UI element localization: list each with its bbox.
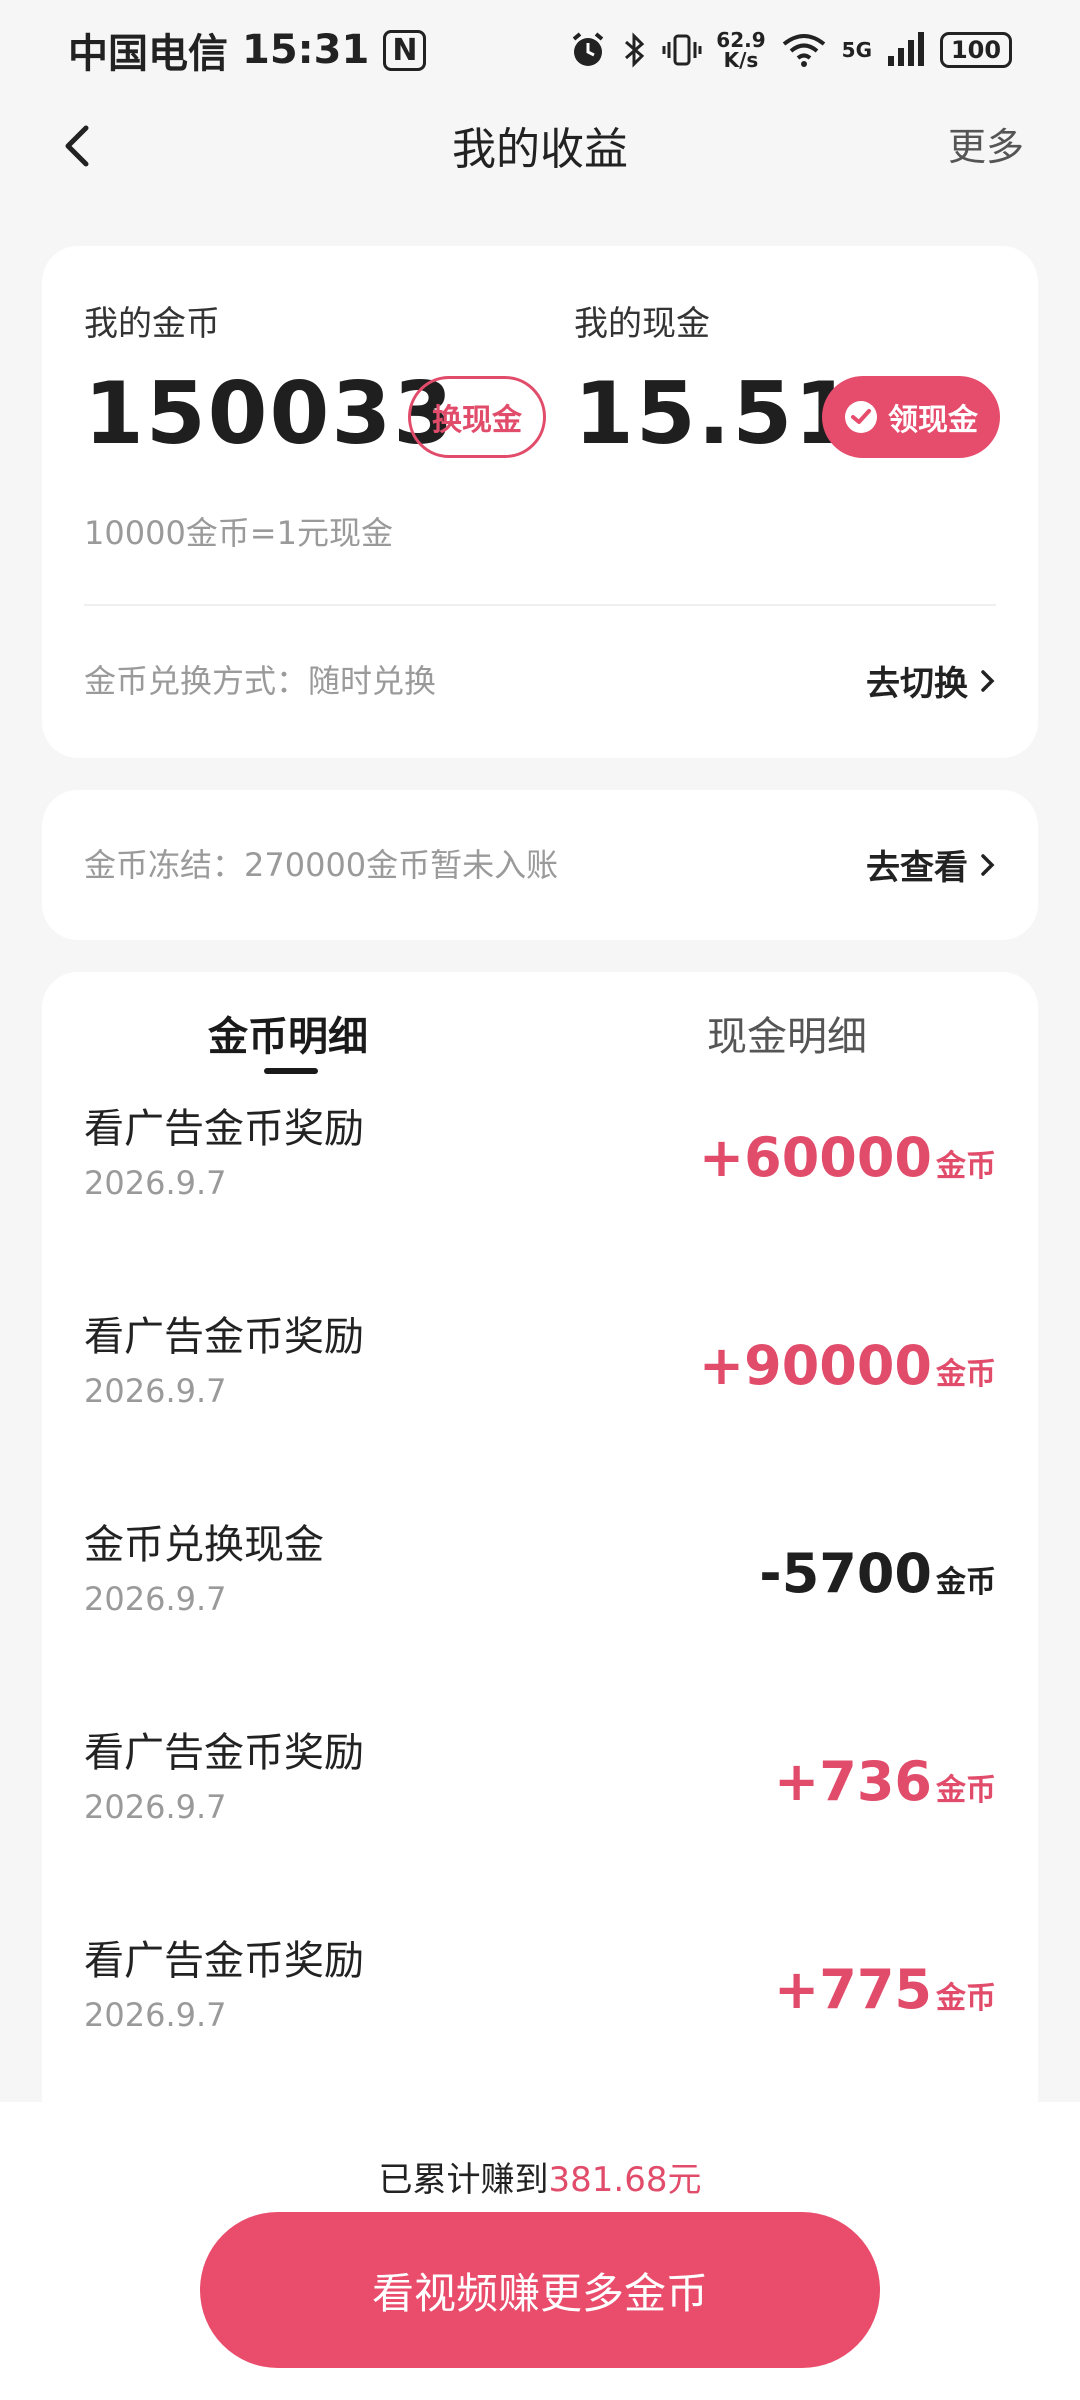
transaction-amount: +90000 金币 — [699, 1334, 996, 1397]
top-bar: 我的收益 更多 — [0, 100, 1080, 190]
amount-value: +60000 — [698, 1126, 932, 1189]
wechat-icon — [845, 401, 877, 433]
transaction-amount: +775 金币 — [774, 1958, 996, 2021]
amount-unit: 金币 — [936, 1149, 996, 1184]
detail-tabs: 金币明细 现金明细 — [42, 972, 1038, 1092]
carrier-name: 中国电信 — [68, 31, 228, 77]
nfc-icon: N — [383, 29, 427, 71]
transaction-title: 看广告金币奖励 — [84, 1730, 364, 1776]
amount-unit: 金币 — [936, 1357, 996, 1392]
status-left: 中国电信 15:31 N — [68, 21, 427, 79]
amount-unit: 金币 — [936, 1773, 996, 1808]
active-tab-indicator — [264, 1068, 318, 1074]
watch-video-earn-button[interactable]: 看视频赚更多金币 — [200, 2212, 880, 2368]
amount-value: -5700 — [759, 1542, 932, 1605]
speed-unit: K/s — [723, 48, 759, 72]
transaction-amount: +60000 金币 — [699, 1126, 996, 1189]
transaction-title: 金币兑换现金 — [84, 1522, 324, 1568]
transaction-title: 看广告金币奖励 — [84, 1106, 364, 1152]
switch-method-label: 去切换 — [866, 664, 968, 704]
transaction-row[interactable]: 看广告金币奖励 2026.9.7 +60000 金币 — [42, 1082, 1038, 1290]
chevron-right-icon — [981, 853, 995, 876]
more-button[interactable]: 更多 — [948, 116, 1024, 171]
balance-card: 我的金币 150033 换现金 我的现金 15.51 领现金 10000金币=1… — [42, 246, 1038, 758]
chevron-right-icon — [981, 669, 995, 692]
back-arrow-icon[interactable] — [50, 118, 106, 174]
clock: 15:31 — [242, 27, 370, 73]
switch-method-link[interactable]: 去切换 — [866, 656, 998, 705]
amount-value: +775 — [774, 1958, 932, 2021]
transaction-date: 2026.9.7 — [84, 1580, 227, 1618]
cash-label: 我的现金 — [574, 304, 710, 344]
amount-value: +736 — [774, 1750, 932, 1813]
status-right: 62.9 K/s 5G 100 — [568, 30, 1012, 70]
bluetooth-icon — [625, 32, 645, 68]
total-earned-amount: 381.68元 — [548, 2160, 702, 2200]
transaction-row[interactable]: 金币兑换现金 2026.9.7 -5700 金币 — [42, 1498, 1038, 1706]
transaction-amount: -5700 金币 — [759, 1542, 996, 1605]
frozen-coins-text: 金币冻结：270000金币暂未入账 — [84, 846, 559, 884]
view-frozen-link[interactable]: 去查看 — [866, 840, 998, 889]
view-frozen-label: 去查看 — [866, 848, 968, 888]
total-earned-prefix: 已累计赚到 — [378, 2160, 549, 2200]
transaction-date: 2026.9.7 — [84, 1372, 227, 1410]
transaction-row[interactable]: 看广告金币奖励 2026.9.7 +736 金币 — [42, 1706, 1038, 1914]
alarm-icon — [573, 32, 604, 66]
amount-value: +90000 — [698, 1334, 932, 1397]
balance-divider — [84, 604, 996, 606]
battery-icon: 100 — [940, 32, 1012, 68]
transaction-row[interactable]: 看广告金币奖励 2026.9.7 +775 金币 — [42, 1914, 1038, 2122]
frozen-coins-card: 金币冻结：270000金币暂未入账 去查看 — [42, 790, 1038, 940]
transaction-date: 2026.9.7 — [84, 1164, 227, 1202]
transaction-title: 看广告金币奖励 — [84, 1314, 364, 1360]
amount-unit: 金币 — [936, 1565, 996, 1600]
wifi-icon — [782, 34, 825, 67]
status-bar: 中国电信 15:31 N 62.9 K/s 5G 100 — [0, 0, 1080, 100]
coins-label: 我的金币 — [84, 304, 220, 344]
signal-icon — [888, 32, 924, 66]
page-title: 我的收益 — [452, 124, 628, 175]
network-type: 5G — [841, 38, 872, 62]
vibrate-icon — [662, 34, 702, 66]
exchange-method-text: 金币兑换方式：随时兑换 — [84, 662, 437, 700]
transaction-row[interactable]: 看广告金币奖励 2026.9.7 +90000 金币 — [42, 1290, 1038, 1498]
cash-value: 15.51 — [574, 364, 857, 464]
withdraw-cash-label: 领现金 — [888, 403, 978, 438]
amount-unit: 金币 — [936, 1981, 996, 2016]
transaction-title: 看广告金币奖励 — [84, 1938, 364, 1984]
transaction-date: 2026.9.7 — [84, 1996, 227, 2034]
withdraw-cash-button[interactable]: 领现金 — [822, 376, 1000, 458]
tab-cash-detail[interactable]: 现金明细 — [707, 1004, 867, 1062]
coins-value: 150033 — [84, 364, 456, 464]
exchange-rate-text: 10000金币=1元现金 — [84, 514, 393, 552]
total-earned-line: 已累计赚到381.68元 — [0, 2152, 1080, 2201]
transaction-amount: +736 金币 — [774, 1750, 996, 1813]
transaction-date: 2026.9.7 — [84, 1788, 227, 1826]
tab-coin-detail[interactable]: 金币明细 — [208, 1004, 368, 1062]
network-speed: 62.9 K/s — [716, 30, 765, 70]
bottom-action-bar: 已累计赚到381.68元 看视频赚更多金币 — [0, 2102, 1080, 2400]
exchange-cash-button[interactable]: 换现金 — [408, 376, 546, 458]
